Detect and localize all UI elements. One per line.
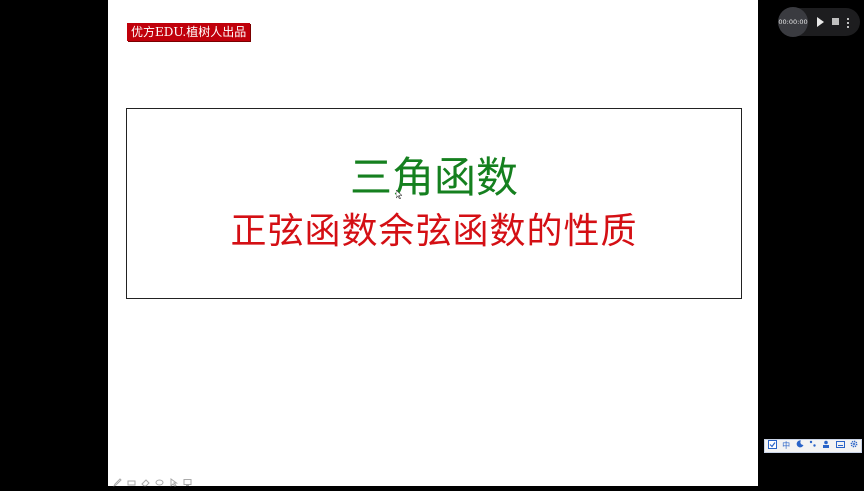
highlighter-icon[interactable] [127,472,136,485]
play-icon[interactable] [817,17,824,27]
screen-tool-icon[interactable] [183,472,192,486]
title-box: 三角函数 正弦函数余弦函数的性质 [126,108,742,299]
settings-gear-icon[interactable] [850,440,858,452]
mouse-cursor-icon [396,190,402,199]
ime-toolbar: 中 [764,439,862,453]
keyboard-icon[interactable] [835,440,845,452]
recording-player: 00:00:00 [778,7,860,37]
eraser-icon[interactable] [141,472,150,486]
ime-lang-toggle[interactable]: 中 [782,440,790,452]
moon-icon[interactable] [796,440,804,452]
stop-icon[interactable] [832,18,839,25]
user-icon[interactable] [822,440,830,452]
timer-display: 00:00:00 [778,7,808,37]
slide-subtitle: 正弦函数余弦函数的性质 [230,211,638,252]
pen-tool-icon[interactable] [112,472,122,487]
ime-logo-icon[interactable] [767,439,777,453]
brand-label: 优方EDU.植树人出品 [127,23,251,41]
pointer-tool-icon[interactable] [169,472,179,487]
slide-title: 三角函数 [349,153,518,202]
punctuation-icon[interactable] [809,440,817,452]
shape-tool-icon[interactable] [155,472,164,485]
more-menu-icon[interactable] [846,17,850,28]
annotation-toolbar [112,470,192,487]
